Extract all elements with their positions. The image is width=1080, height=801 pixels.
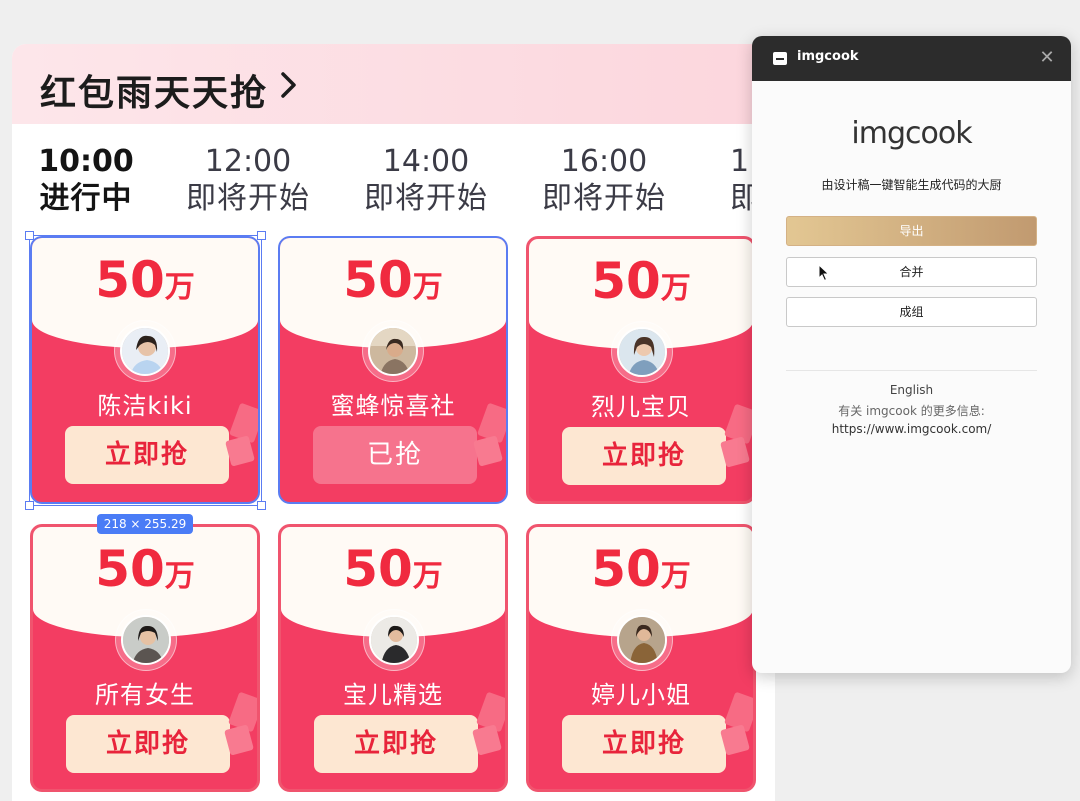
plugin-app-icon [773, 52, 787, 65]
imgcook-plugin-window: imgcook ✕ imgcook 由设计稿一键智能生成代码的大厨 导出 合并 … [752, 36, 1071, 673]
grab-button[interactable]: 立即抢 [66, 715, 230, 773]
avatar[interactable] [369, 615, 419, 665]
plugin-subtitle: 由设计稿一键智能生成代码的大厨 [821, 178, 1002, 192]
tab-time: 14:00 [382, 144, 470, 179]
group-button[interactable]: 成组 [786, 297, 1037, 327]
red-envelope-decoration [473, 403, 506, 466]
tab-12-00[interactable]: 12:00 即将开始 [168, 144, 328, 218]
red-packet-card[interactable]: 50万 婷儿小姐 立即抢 [526, 524, 756, 792]
red-envelope-decoration [720, 692, 753, 755]
export-button[interactable]: 导出 [786, 216, 1037, 246]
tab-status: 进行中 [39, 181, 133, 216]
card-amount: 50万 [591, 540, 691, 598]
grab-button[interactable]: 立即抢 [562, 427, 726, 485]
plugin-title: imgcook [797, 49, 859, 64]
red-packet-card[interactable]: 50万 所有女生 立即抢 [30, 524, 260, 792]
close-icon[interactable]: ✕ [1035, 46, 1059, 70]
tab-status: 即将开始 [364, 181, 488, 216]
language-link[interactable]: English [752, 383, 1071, 397]
banner-title: 红包雨天天抢 [40, 73, 269, 114]
tab-time: 10:00 [38, 144, 134, 179]
divider [786, 370, 1037, 371]
website-link[interactable]: https://www.imgcook.com/ [752, 422, 1071, 436]
tab-status: 即将开始 [186, 181, 310, 216]
avatar[interactable] [368, 326, 418, 376]
chevron-right-icon[interactable] [278, 70, 300, 100]
resize-handle[interactable] [25, 231, 34, 240]
resize-handle[interactable] [25, 501, 34, 510]
imgcook-logo: imgcook [851, 116, 972, 151]
card-amount: 50万 [343, 540, 443, 598]
avatar[interactable] [617, 615, 667, 665]
info-text: 有关 imgcook 的更多信息: [838, 404, 985, 418]
avatar[interactable] [121, 615, 171, 665]
tab-14-00[interactable]: 14:00 即将开始 [346, 144, 506, 218]
red-packet-card[interactable]: 50万 烈儿宝贝 立即抢 [526, 236, 756, 504]
grab-button[interactable]: 立即抢 [562, 715, 726, 773]
grab-button[interactable]: 立即抢 [314, 715, 478, 773]
selection-outline [29, 235, 262, 506]
avatar[interactable] [617, 327, 667, 377]
resize-handle[interactable] [257, 501, 266, 510]
tab-16-00[interactable]: 16:00 即将开始 [524, 144, 684, 218]
tab-status: 即将开始 [542, 181, 666, 216]
red-envelope-decoration [720, 404, 753, 467]
card-amount: 50万 [95, 540, 195, 598]
mouse-cursor-icon [818, 264, 830, 282]
dimension-badge: 218 × 255.29 [97, 514, 193, 534]
grabbed-button[interactable]: 已抢 [313, 426, 477, 484]
red-envelope-decoration [472, 692, 505, 755]
red-packet-card[interactable]: 50万 宝儿精选 立即抢 [278, 524, 508, 792]
banner: 红包雨天天抢 [12, 44, 775, 124]
tab-time: 12:00 [204, 144, 292, 179]
tab-time: 16:00 [560, 144, 648, 179]
resize-handle[interactable] [257, 231, 266, 240]
card-amount: 50万 [343, 251, 443, 309]
plugin-titlebar[interactable]: imgcook ✕ [752, 36, 1071, 81]
card-amount: 50万 [591, 252, 691, 310]
red-envelope-decoration [224, 692, 257, 755]
tab-10-00[interactable]: 10:00 进行中 [12, 144, 166, 218]
red-packet-card[interactable]: 50万 蜜蜂惊喜社 已抢 [278, 236, 508, 504]
time-tabs: 10:00 进行中 12:00 即将开始 14:00 即将开始 16:00 即将… [12, 144, 775, 224]
